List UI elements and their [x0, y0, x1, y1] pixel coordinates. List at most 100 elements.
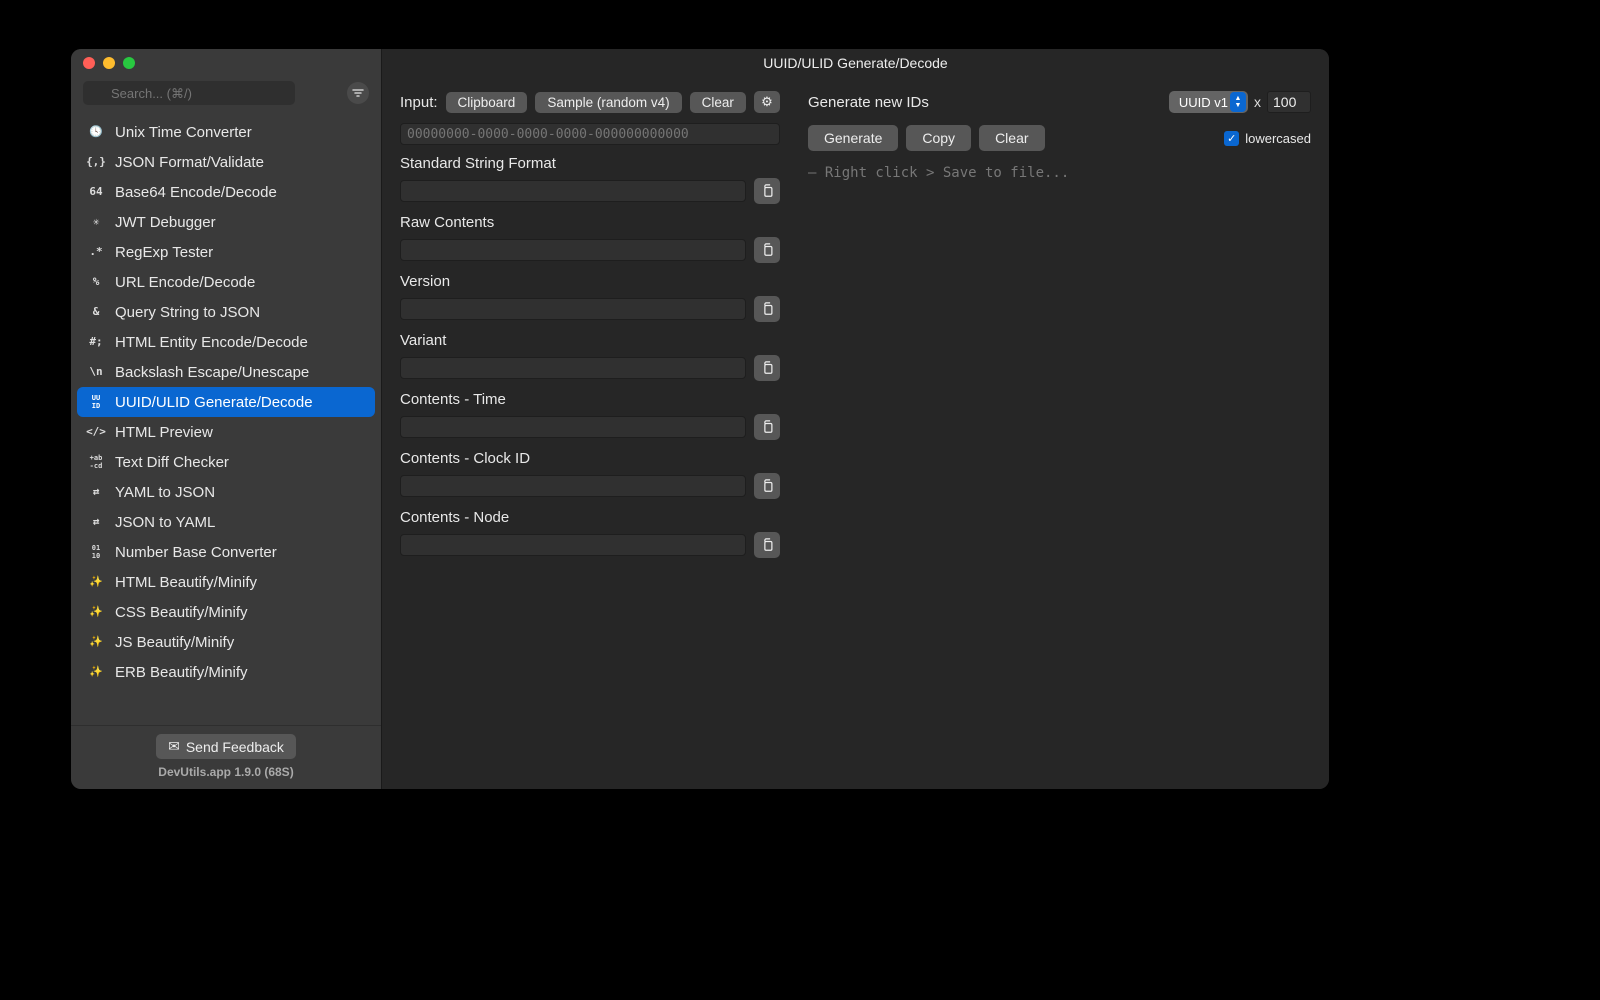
decoded-field-input[interactable] — [400, 534, 746, 556]
sidebar-item-label: ERB Beautify/Minify — [115, 664, 248, 681]
copy-field-button[interactable] — [754, 473, 780, 499]
sidebar-item-label: Backslash Escape/Unescape — [115, 364, 309, 381]
sidebar-item-erb-beautify-minify[interactable]: ✨ERB Beautify/Minify — [77, 657, 375, 687]
search-input[interactable] — [83, 81, 295, 105]
chevron-updown-icon: ▲▼ — [1230, 92, 1246, 112]
sidebar-item-label: Unix Time Converter — [115, 124, 252, 141]
sidebar-item-label: JS Beautify/Minify — [115, 634, 234, 651]
copy-field-button[interactable] — [754, 178, 780, 204]
close-window-button[interactable] — [83, 57, 95, 69]
copy-icon — [761, 302, 774, 316]
field-label: Contents - Time — [400, 391, 780, 408]
field-label: Standard String Format — [400, 155, 780, 172]
sidebar-item-yaml-to-json[interactable]: ⇄ YAML to JSON — [77, 477, 375, 507]
copy-icon — [761, 538, 774, 552]
tool-icon: ✨ — [87, 573, 105, 591]
generate-button[interactable]: Generate — [808, 125, 898, 151]
maximize-window-button[interactable] — [123, 57, 135, 69]
mail-icon: ✉︎ — [168, 738, 180, 755]
copy-field-button[interactable] — [754, 355, 780, 381]
copy-field-button[interactable] — [754, 237, 780, 263]
app-version-label: DevUtils.app 1.9.0 (68S) — [71, 765, 381, 779]
copy-icon — [761, 184, 774, 198]
copy-field-button[interactable] — [754, 296, 780, 322]
decoded-field-input[interactable] — [400, 475, 746, 497]
sidebar-item-html-beautify-minify[interactable]: ✨ HTML Beautify/Minify — [77, 567, 375, 597]
sidebar-item-html-preview[interactable]: </> HTML Preview — [77, 417, 375, 447]
tool-icon: +ab -cd — [87, 453, 105, 471]
sidebar-item-json-format-validate[interactable]: {,} JSON Format/Validate — [77, 147, 375, 177]
sidebar-item-query-string-to-json[interactable]: &Query String to JSON — [77, 297, 375, 327]
copy-output-button[interactable]: Copy — [906, 125, 971, 151]
field-label: Contents - Clock ID — [400, 450, 780, 467]
tool-icon: </> — [87, 423, 105, 441]
sidebar-item-label: Base64 Encode/Decode — [115, 184, 277, 201]
tool-icon: UU ID — [87, 393, 105, 411]
uuid-input[interactable] — [400, 123, 780, 145]
sidebar-item-css-beautify-minify[interactable]: ✨CSS Beautify/Minify — [77, 597, 375, 627]
sidebar-item-jwt-debugger[interactable]: ✳︎JWT Debugger — [77, 207, 375, 237]
sidebar-item-js-beautify-minify[interactable]: ✨JS Beautify/Minify — [77, 627, 375, 657]
sidebar-item-text-diff-checker[interactable]: +ab -cdText Diff Checker — [77, 447, 375, 477]
tool-icon: {,} — [87, 153, 105, 171]
uuid-type-value: UUID v1 — [1179, 95, 1228, 110]
sidebar-item-json-to-yaml[interactable]: ⇄JSON to YAML — [77, 507, 375, 537]
decoded-field-input[interactable] — [400, 298, 746, 320]
filter-button[interactable] — [347, 82, 369, 104]
clear-input-button[interactable]: Clear — [690, 92, 746, 113]
decoded-field-input[interactable] — [400, 180, 746, 202]
tool-icon: ⇄ — [87, 483, 105, 501]
field-label: Raw Contents — [400, 214, 780, 231]
sidebar-item-label: JSON Format/Validate — [115, 154, 264, 171]
settings-button[interactable]: ⚙ — [754, 91, 780, 113]
sidebar: 🕓Unix Time Converter {,} JSON Format/Valid… — [71, 49, 382, 789]
copy-icon — [761, 361, 774, 375]
tool-icon: 01 10 — [87, 543, 105, 561]
lowercased-checkbox[interactable]: ✓ lowercased — [1224, 131, 1311, 146]
tool-icon: .* — [87, 243, 105, 261]
window-controls — [71, 49, 381, 77]
sidebar-item-backslash-escape-unescape[interactable]: \n Backslash Escape/Unescape — [77, 357, 375, 387]
sidebar-item-number-base-converter[interactable]: 01 10Number Base Converter — [77, 537, 375, 567]
sidebar-item-unix-time-converter[interactable]: 🕓Unix Time Converter — [77, 117, 375, 147]
uuid-type-select[interactable]: UUID v1 ▲▼ — [1169, 91, 1248, 113]
tool-list: 🕓Unix Time Converter {,} JSON Format/Valid… — [71, 113, 381, 725]
sidebar-item-label: JWT Debugger — [115, 214, 216, 231]
tool-icon: 64 — [87, 183, 105, 201]
sample-button[interactable]: Sample (random v4) — [535, 92, 681, 113]
send-feedback-button[interactable]: ✉︎ Send Feedback — [156, 734, 296, 759]
copy-icon — [761, 479, 774, 493]
tool-icon: ✨ — [87, 603, 105, 621]
sidebar-footer: ✉︎ Send Feedback DevUtils.app 1.9.0 (68S… — [71, 725, 381, 789]
tool-icon: ⇄ — [87, 513, 105, 531]
sidebar-item-label: RegExp Tester — [115, 244, 213, 261]
decoded-field-input[interactable] — [400, 239, 746, 261]
sidebar-item-uuid-ulid-generate-decode[interactable]: UU IDUUID/ULID Generate/Decode — [77, 387, 375, 417]
output-hint: – Right click > Save to file... — [808, 165, 1311, 181]
minimize-window-button[interactable] — [103, 57, 115, 69]
generate-heading: Generate new IDs — [808, 94, 929, 111]
decoded-field-input[interactable] — [400, 416, 746, 438]
sidebar-item-label: HTML Entity Encode/Decode — [115, 334, 308, 351]
sidebar-item-label: HTML Preview — [115, 424, 213, 441]
count-input[interactable] — [1267, 91, 1311, 113]
tool-icon: \n — [87, 363, 105, 381]
field-label: Contents - Node — [400, 509, 780, 526]
copy-field-button[interactable] — [754, 414, 780, 440]
sidebar-item-label: YAML to JSON — [115, 484, 215, 501]
copy-field-button[interactable] — [754, 532, 780, 558]
sidebar-item-label: HTML Beautify/Minify — [115, 574, 257, 591]
sidebar-item-base64-encode-decode[interactable]: 64 Base64 Encode/Decode — [77, 177, 375, 207]
gear-icon: ⚙ — [761, 94, 773, 110]
sidebar-item-html-entity-encode-decode[interactable]: #;HTML Entity Encode/Decode — [77, 327, 375, 357]
clipboard-button[interactable]: Clipboard — [446, 92, 528, 113]
field-label: Variant — [400, 332, 780, 349]
clear-output-button[interactable]: Clear — [979, 125, 1044, 151]
tool-icon: & — [87, 303, 105, 321]
sidebar-item-regexp-tester[interactable]: .* RegExp Tester — [77, 237, 375, 267]
sidebar-item-url-encode-decode[interactable]: %URL Encode/Decode — [77, 267, 375, 297]
field-label: Version — [400, 273, 780, 290]
decoded-field-input[interactable] — [400, 357, 746, 379]
lowercased-label: lowercased — [1245, 131, 1311, 146]
generator-column: Generate new IDs UUID v1 ▲▼ x Generate C… — [808, 91, 1311, 789]
